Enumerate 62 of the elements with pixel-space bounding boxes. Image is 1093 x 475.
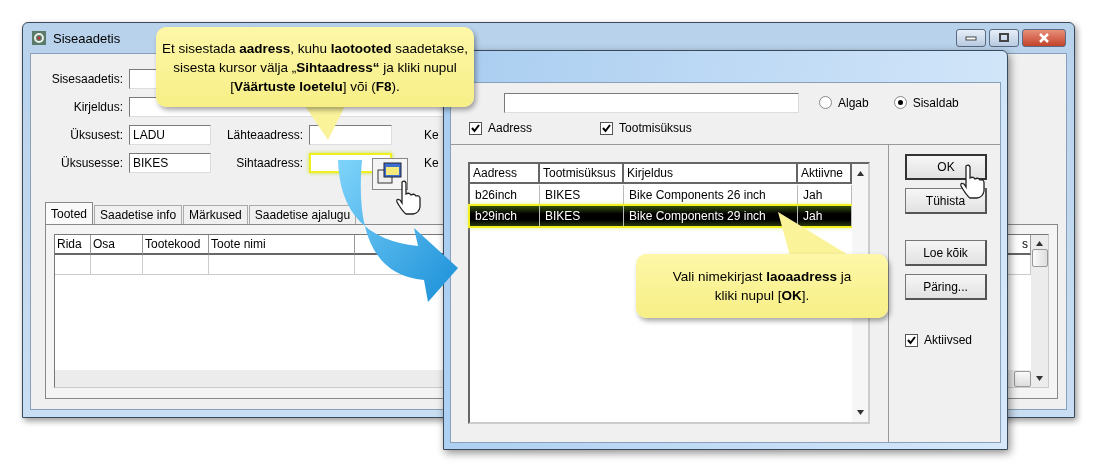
dialog-button[interactable]: Tühista (905, 188, 987, 214)
app-icon (31, 30, 47, 46)
column-header: Toote nimi (209, 235, 355, 255)
field-label: Ke (423, 156, 440, 170)
text-field[interactable]: BIKES (129, 153, 211, 173)
table-cell (91, 255, 143, 275)
hand-cursor-icon (394, 180, 424, 216)
callout-text: kliki nupul [OK]. (714, 287, 810, 305)
table-cell (143, 255, 209, 275)
tab[interactable]: Märkused (183, 205, 248, 224)
value-list-icon[interactable] (372, 158, 408, 190)
field-label: Kirjeldus: (72, 100, 123, 114)
text-field[interactable] (309, 125, 392, 145)
dialog-button[interactable]: Päring... (905, 274, 987, 300)
radio-label[interactable]: Algab (838, 95, 869, 110)
radio-label[interactable]: Sisaldab (912, 95, 959, 110)
scrollbar-thumb[interactable] (1031, 249, 1048, 267)
column-header: Tootmisüksus (540, 164, 624, 184)
minimize-button[interactable] (956, 29, 986, 47)
table-cell (55, 255, 91, 275)
callout-text: Et sisestada aadress, kuhu laotooted saadetakse, (161, 39, 469, 58)
checkbox[interactable] (469, 121, 482, 135)
maximize-button[interactable] (989, 29, 1019, 47)
field-label: Sihtaadress: (235, 156, 303, 170)
scroll-down-icon[interactable] (1036, 376, 1043, 381)
radio-button[interactable] (893, 96, 907, 109)
list-row[interactable]: b29inch BIKES Bike Components 29 inch Jah (470, 206, 852, 226)
text-field[interactable]: LADU (129, 125, 211, 145)
callout-text: sisesta kursor välja „Sihtaadress“ ja kliki nupul (173, 58, 457, 77)
tab[interactable]: Tooted (45, 202, 94, 224)
checkbox[interactable] (905, 333, 918, 347)
dialog-button[interactable]: OK (905, 154, 987, 180)
scroll-up-icon[interactable] (856, 171, 864, 176)
radio-button[interactable] (819, 96, 832, 109)
column-header: Tootekood (143, 235, 209, 255)
scroll-up-icon[interactable] (1036, 241, 1043, 246)
minimize-icon (965, 35, 977, 41)
field-label: Ke (423, 128, 440, 142)
tab[interactable]: Saadetise ajalugu (248, 205, 357, 224)
callout-text: Vali nimekirjast laoaadress ja (672, 268, 852, 286)
column-header: Aadress (470, 164, 540, 184)
checkbox-label[interactable]: Aadress (488, 121, 533, 135)
checkbox[interactable] (600, 121, 614, 135)
maximize-icon (998, 33, 1010, 43)
callout-text: [Väärtuste loetelu] või (F8). (230, 77, 400, 96)
field-label: Üksusest: (69, 128, 123, 142)
checkbox-label[interactable]: Tootmisüksus (619, 121, 692, 135)
close-icon (1038, 33, 1050, 43)
vertical-scrollbar[interactable] (1031, 235, 1048, 387)
filter-field[interactable] (504, 92, 799, 113)
scrollbar-thumb[interactable] (1014, 370, 1031, 387)
checkbox-label[interactable]: Aktiivsed (924, 333, 973, 347)
close-button[interactable] (1022, 29, 1066, 47)
tab[interactable]: Saadetise info (94, 205, 183, 224)
field-label: Sisesaadetis: (50, 72, 123, 86)
field-label: Lähteaadress: (225, 128, 303, 142)
window-title: Siseaadetis (53, 30, 121, 46)
column-header: Osa (91, 235, 143, 255)
dialog-button[interactable]: Loe kõik (905, 240, 987, 266)
field-label: Üksusesse: (59, 156, 123, 170)
column-header: Rida (55, 235, 91, 255)
column-header: Kirjeldus (624, 164, 798, 184)
